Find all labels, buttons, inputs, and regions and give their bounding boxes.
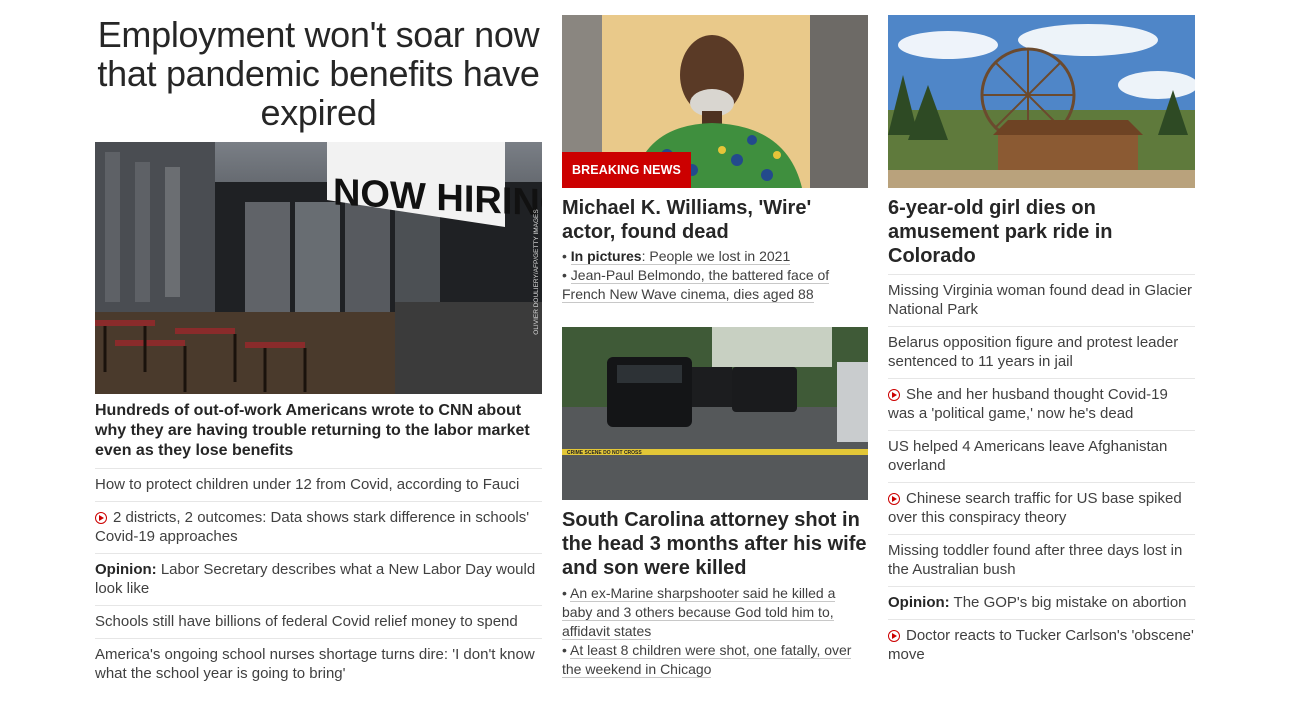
williams-photo[interactable]: BREAKING NEWS <box>562 15 868 188</box>
list-item[interactable]: Schools still have billions of federal C… <box>95 605 542 638</box>
related-link[interactable]: • Jean-Paul Belmondo, the battered face … <box>562 266 868 304</box>
list-item-text: US helped 4 Americans leave Afghanistan … <box>888 438 1168 474</box>
related-link[interactable]: • At least 8 children were shot, one fat… <box>562 641 868 679</box>
list-item[interactable]: America's ongoing school nurses shortage… <box>95 638 542 690</box>
card-related-links: • In pictures: People we lost in 2021 • … <box>562 247 868 304</box>
list-item-text: How to protect children under 12 from Co… <box>95 476 520 493</box>
amusement-park-image <box>888 15 1195 188</box>
list-item[interactable]: Chinese search traffic for US base spike… <box>888 482 1195 534</box>
now-hiring-photo: NOW HIRING OLIVIER DOULIERY/AFP/GETTY IM… <box>95 142 542 394</box>
opinion-label: Opinion: <box>95 561 157 578</box>
list-item[interactable]: She and her husband thought Covid-19 was… <box>888 378 1195 430</box>
link-text: Jean-Paul Belmondo, the battered face of… <box>562 267 830 303</box>
play-icon <box>95 512 107 524</box>
list-item-text: Schools still have billions of federal C… <box>95 613 518 630</box>
related-link[interactable]: • In pictures: People we lost in 2021 <box>562 247 868 266</box>
lead-related-list: How to protect children under 12 from Co… <box>95 468 542 690</box>
card-related-links: • An ex-Marine sharpshooter said he kill… <box>562 584 868 679</box>
photo-credit: OLIVIER DOULIERY/AFP/GETTY IMAGES <box>533 209 540 335</box>
lead-caption[interactable]: Hundreds of out-of-work Americans wrote … <box>95 401 542 461</box>
list-item[interactable]: 2 districts, 2 outcomes: Data shows star… <box>95 501 542 553</box>
list-item-text: The GOP's big mistake on abortion <box>949 594 1187 611</box>
play-icon <box>888 630 900 642</box>
list-item[interactable]: Missing toddler found after three days l… <box>888 534 1195 586</box>
list-item[interactable]: Opinion: The GOP's big mistake on aborti… <box>888 586 1195 619</box>
tape-text: CRIME SCENE DO NOT CROSS <box>567 450 642 456</box>
list-item-text: Missing Virginia woman found dead in Gla… <box>888 282 1193 318</box>
card-headline[interactable]: Michael K. Williams, 'Wire' actor, found… <box>562 196 868 244</box>
breaking-news-badge: BREAKING NEWS <box>562 152 691 188</box>
play-icon <box>888 389 900 401</box>
lead-story-image[interactable]: NOW HIRING OLIVIER DOULIERY/AFP/GETTY IM… <box>95 142 542 394</box>
list-item[interactable]: Missing Virginia woman found dead in Gla… <box>888 274 1195 326</box>
list-item-text: Belarus opposition figure and protest le… <box>888 334 1179 370</box>
list-item-text: Doctor reacts to Tucker Carlson's 'obsce… <box>888 627 1194 663</box>
link-label: In pictures <box>570 248 642 264</box>
lead-story-column: Employment won't soar now that pandemic … <box>95 0 542 682</box>
right-related-list: Missing Virginia woman found dead in Gla… <box>888 274 1195 671</box>
list-item-text: America's ongoing school nurses shortage… <box>95 646 535 682</box>
list-item[interactable]: Opinion: Labor Secretary describes what … <box>95 553 542 605</box>
list-item-text: Labor Secretary describes what a New Lab… <box>95 561 536 597</box>
crime-scene-photo[interactable]: CRIME SCENE DO NOT CROSS <box>562 327 868 500</box>
link-text: : People we lost in 2021 <box>641 248 791 264</box>
card-headline[interactable]: South Carolina attorney shot in the head… <box>562 508 868 580</box>
related-link[interactable]: • An ex-Marine sharpshooter said he kill… <box>562 584 868 641</box>
play-icon <box>888 493 900 505</box>
crime-scene-image: CRIME SCENE DO NOT CROSS <box>562 327 868 500</box>
list-item[interactable]: US helped 4 Americans leave Afghanistan … <box>888 430 1195 482</box>
list-item-text: She and her husband thought Covid-19 was… <box>888 386 1168 422</box>
list-item[interactable]: Doctor reacts to Tucker Carlson's 'obsce… <box>888 619 1195 671</box>
list-item[interactable]: How to protect children under 12 from Co… <box>95 468 542 501</box>
link-text: An ex-Marine sharpshooter said he killed… <box>562 585 836 640</box>
list-item-text: 2 districts, 2 outcomes: Data shows star… <box>95 509 530 545</box>
list-item-text: Chinese search traffic for US base spike… <box>888 490 1182 526</box>
list-item[interactable]: Belarus opposition figure and protest le… <box>888 326 1195 378</box>
lead-headline[interactable]: Employment won't soar now that pandemic … <box>95 15 542 132</box>
list-item-text: Missing toddler found after three days l… <box>888 542 1183 578</box>
amusement-park-photo[interactable] <box>888 15 1195 188</box>
opinion-label: Opinion: <box>888 594 950 611</box>
link-text: At least 8 children were shot, one fatal… <box>562 642 852 678</box>
card-headline[interactable]: 6-year-old girl dies on amusement park r… <box>888 196 1195 268</box>
